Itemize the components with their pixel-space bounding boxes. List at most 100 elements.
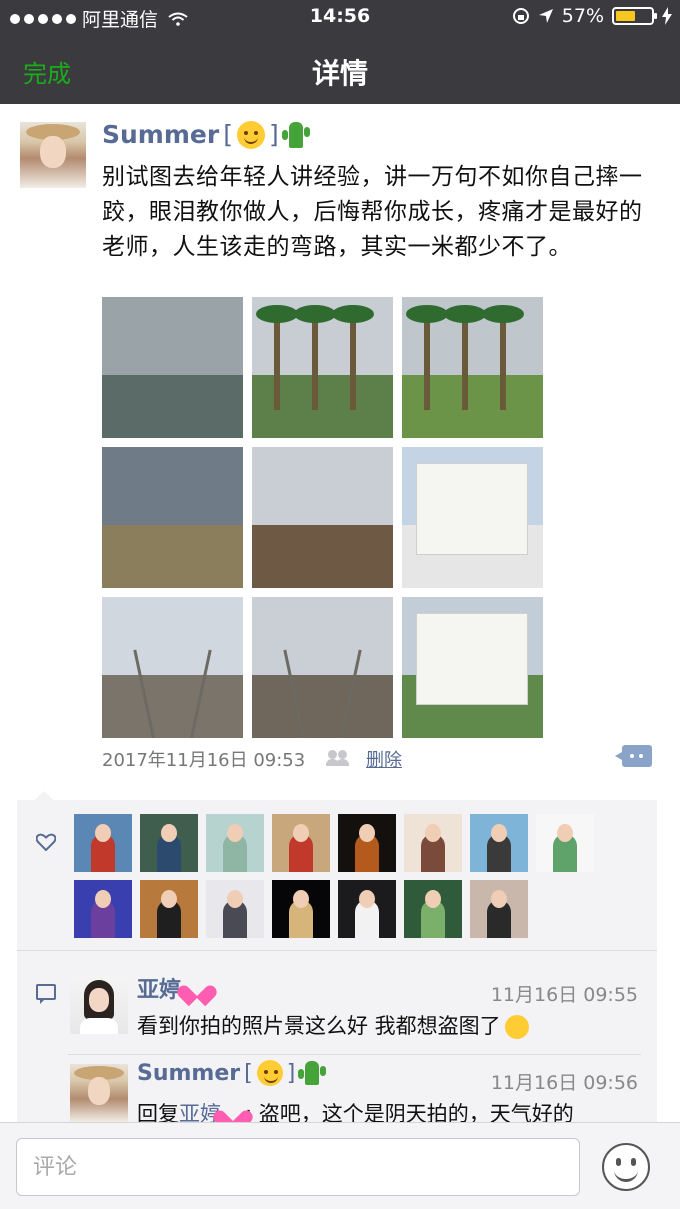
girl-portrait-avatar[interactable] [404,814,462,872]
comment-input-bar [0,1122,680,1209]
palm-tree [256,305,298,410]
avatar-head [293,890,309,908]
avatar-head [425,890,441,908]
cartoon-girl-avatar[interactable] [206,814,264,872]
palm-tree [406,305,448,410]
reply-author-name[interactable]: Summer [ ] [137,1060,327,1086]
battery-level [616,11,635,21]
cactus-emoji-icon [281,121,310,148]
likes-divider [17,950,657,951]
red-dress-avatar[interactable] [272,814,330,872]
page-title: 详情 [311,57,368,90]
avatar-head [95,890,111,908]
smiling-man-avatar[interactable] [140,880,198,938]
face-icon [89,988,109,1012]
comment-text[interactable]: 看到你拍的照片景这么好 我都想盗图了 [137,1010,529,1040]
reply-time: 11月16日 09:56 [490,1072,638,1094]
status-right: 57% [512,5,672,27]
commenter-avatar[interactable] [70,976,128,1034]
green-bird-avatar[interactable] [536,814,594,872]
decoration-bracket-right-icon: ] [268,120,279,149]
decoration-bracket-left-icon: [ [223,120,233,149]
hotel-building-photo[interactable] [402,597,543,738]
avatar-head [161,890,177,908]
white-building-photo[interactable] [402,447,543,588]
avatar-head [425,824,441,842]
smile-emoji-icon [256,1060,283,1086]
delete-link[interactable]: 删除 [366,746,402,772]
sparkling-heart-emoji-icon [185,977,209,999]
avatar-head [161,824,177,842]
shirt-icon [80,1018,118,1034]
comment-divider [68,1054,641,1055]
cactus-emoji-icon [298,1061,327,1085]
post-timestamp: 2017年11月16日 09:53 [102,750,306,771]
building-block [416,613,528,705]
reply-author-name-text: Summer [137,1060,241,1086]
comment-input[interactable] [16,1138,580,1196]
photo-ground [102,524,243,588]
thinking-emoji-icon [504,1015,529,1039]
decoration-bracket-left-icon: [ [244,1060,253,1086]
palm-trees-photo[interactable] [252,297,393,438]
white-dove-avatar[interactable] [338,880,396,938]
palm-garden-photo[interactable] [402,297,543,438]
woman-standing-avatar[interactable] [470,880,528,938]
emoji-button[interactable] [602,1143,650,1191]
commenter-name-text: 亚婷 [137,978,182,1003]
face-icon [88,1077,110,1105]
city-tower-avatar[interactable] [74,814,132,872]
cloudy-river-photo[interactable] [102,447,243,588]
avatar-head [491,890,507,908]
palm-tree [444,305,486,410]
charging-bolt-icon [662,7,672,25]
visibility-people-icon[interactable] [326,750,350,766]
photo-ground [252,674,393,738]
navigation-header: 阿里通信 14:56 57% 完成 详情 [0,0,680,104]
location-arrow-icon [538,9,553,23]
rainy-window-photo[interactable] [102,297,243,438]
author-name-text: Summer [102,120,220,149]
avatar-head [95,824,111,842]
avatar-head [359,824,375,842]
deer-night-avatar[interactable] [272,880,330,938]
avatar-head [491,824,507,842]
comment-bubble-icon [36,984,56,1004]
couple-avatar[interactable] [140,814,198,872]
cartoon-boy-avatar[interactable] [206,880,264,938]
avatar-head [557,824,573,842]
post-text: 别试图去给年轻人讲经验，讲一万句不如你自己摔一跤，眼泪教你做人，后悔帮你成长，疼… [102,164,643,260]
palm-tree [332,305,374,410]
battery-percent: 57% [561,5,604,27]
avatar-head [359,890,375,908]
campfire-avatar[interactable] [338,814,396,872]
commenter-name[interactable]: 亚婷 [137,972,209,1004]
sparkling-heart-emoji-icon [221,1102,245,1124]
avatar-head [227,890,243,908]
status-bar: 阿里通信 14:56 57% [0,0,680,34]
photo-ground [252,524,393,588]
orientation-lock-icon [512,8,529,24]
sea-view-avatar[interactable] [470,814,528,872]
comment-more-button[interactable] [615,745,652,767]
battery-icon [612,7,657,25]
railway-street-photo[interactable] [102,597,243,738]
reply-author-avatar[interactable] [70,1064,128,1122]
railway-alley-photo[interactable] [252,597,393,738]
photo-grid [102,297,543,738]
stream-rocks-avatar[interactable] [404,880,462,938]
purple-girl-avatar[interactable] [74,880,132,938]
likes-comments-panel: 亚婷 11月16日 09:55 看到你拍的照片景这么好 我都想盗图了 Summe… [17,791,657,1130]
comment-text-content: 看到你拍的照片景这么好 我都想盗图了 [137,1014,501,1038]
avatar-head [227,824,243,842]
comment-time: 11月16日 09:55 [490,984,638,1006]
photo-ground [102,674,243,738]
thatched-hut-photo[interactable] [252,447,393,588]
face-icon [40,136,66,168]
author-name[interactable]: Summer [ ] [102,120,310,149]
avatar-head [293,824,309,842]
palm-tree [482,305,524,410]
heart-outline-icon [36,833,56,851]
author-avatar[interactable] [20,122,86,188]
smile-emoji-icon [236,120,265,149]
